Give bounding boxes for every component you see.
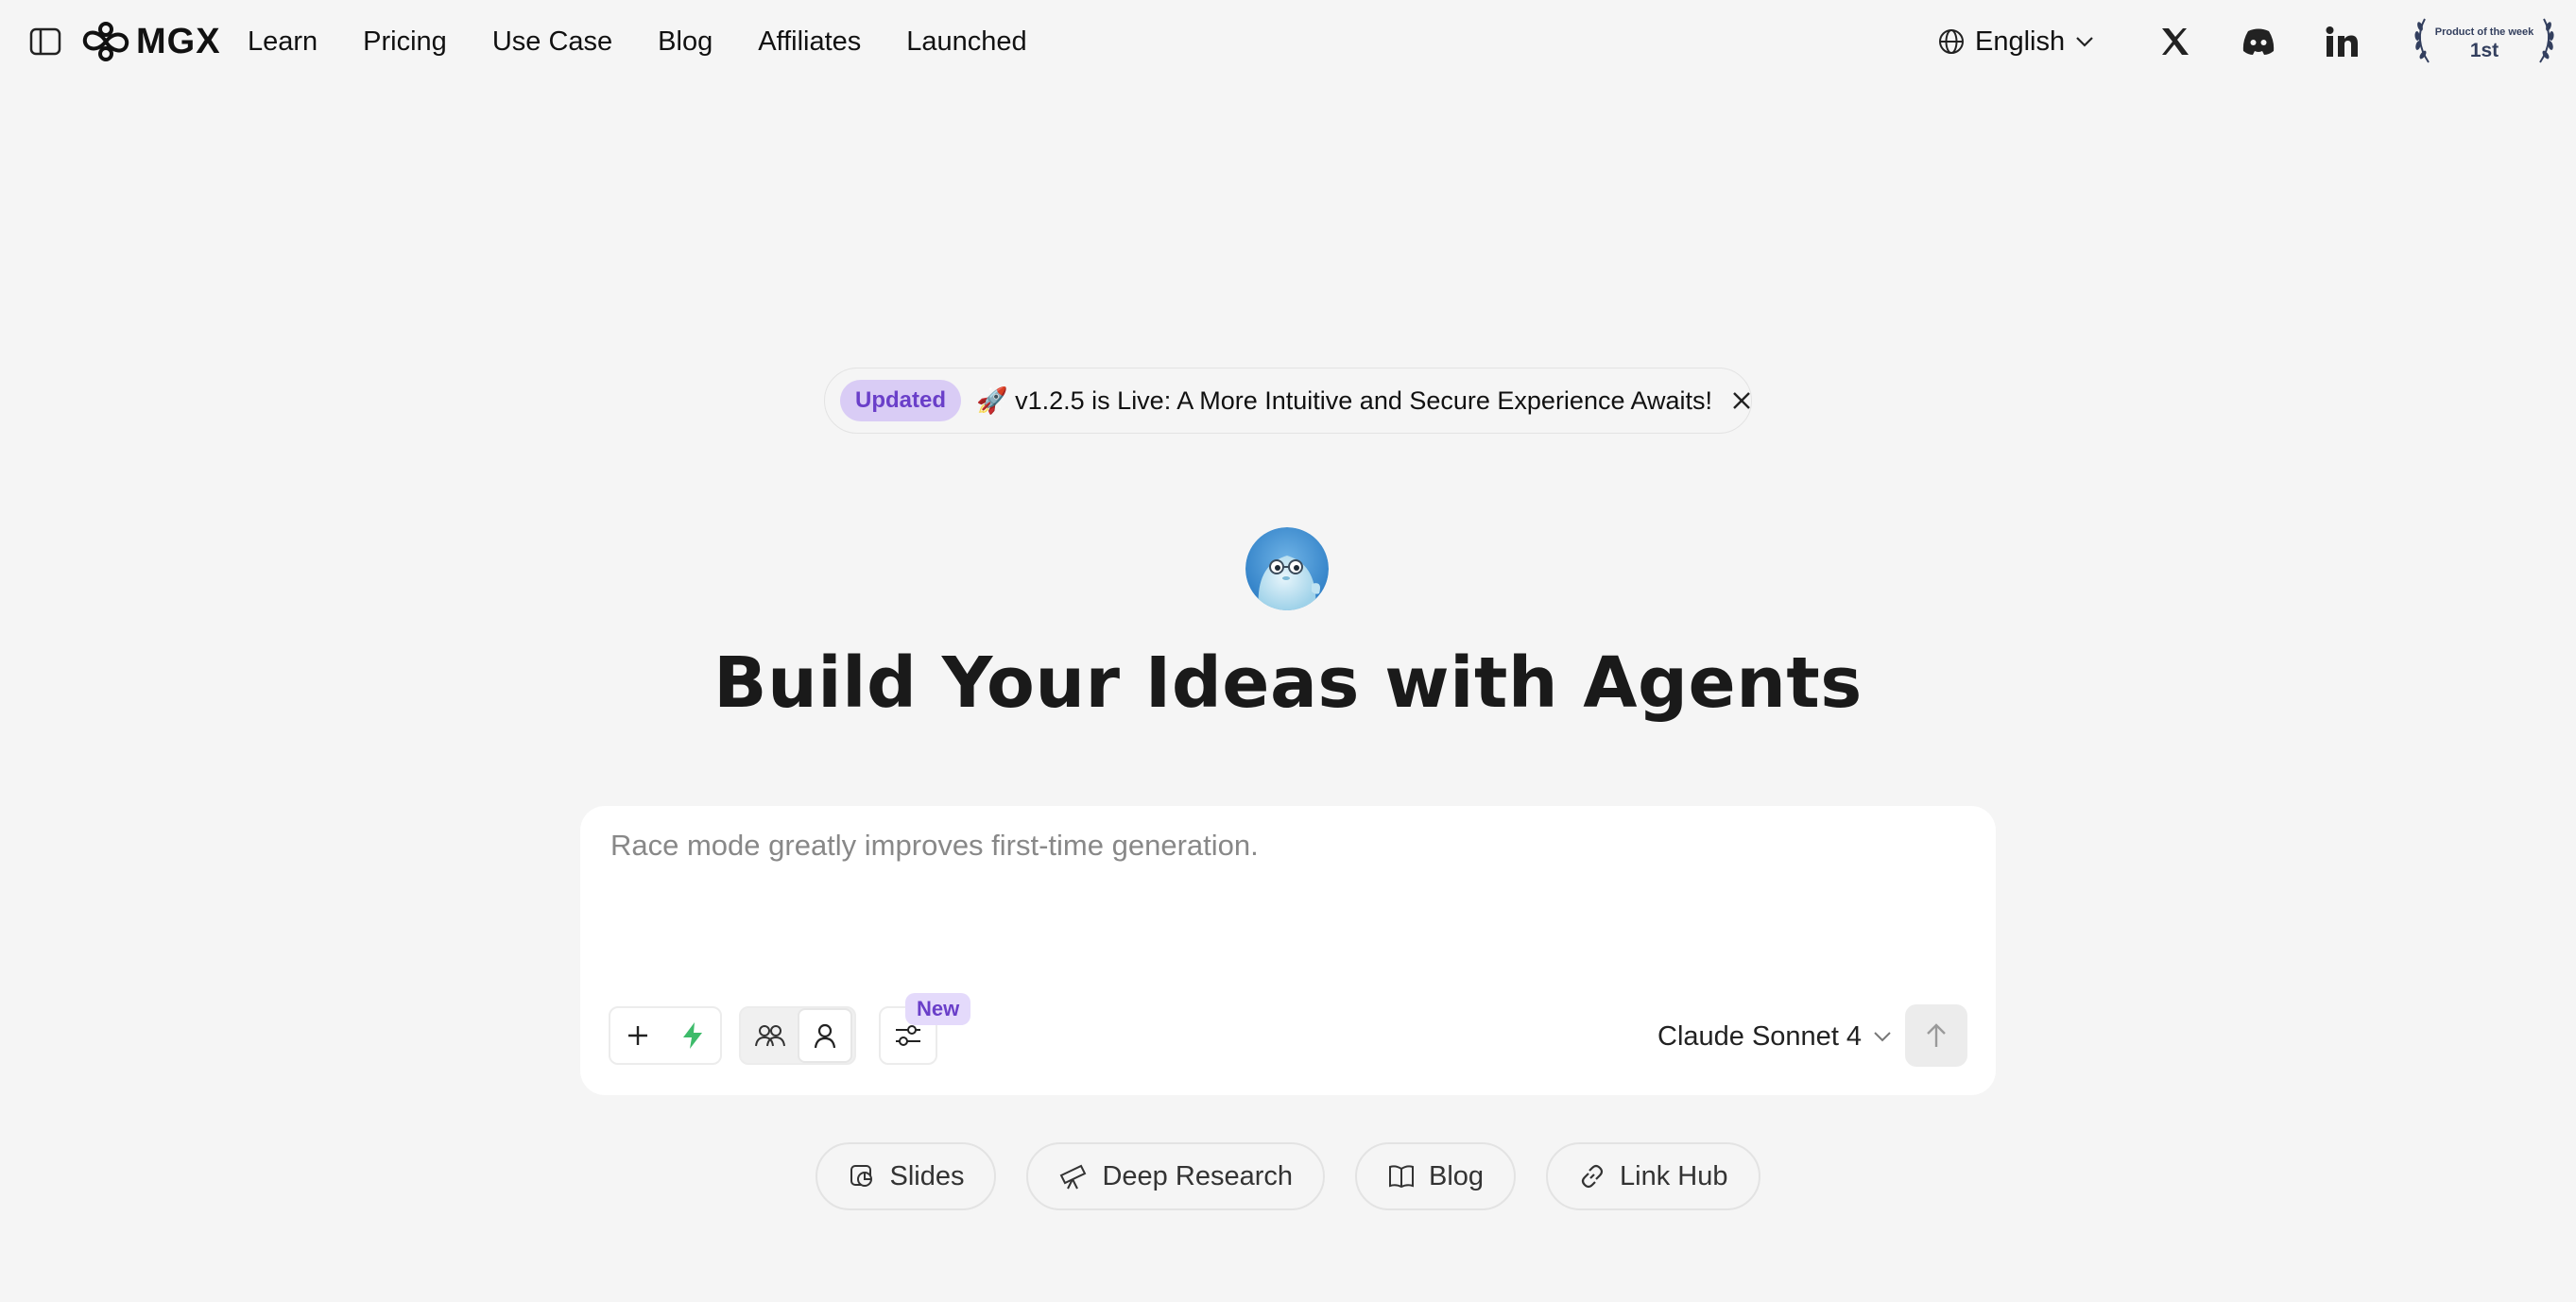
chip-slides[interactable]: Slides (816, 1142, 997, 1210)
send-button[interactable] (1905, 1004, 1967, 1067)
chip-deep-research[interactable]: Deep Research (1026, 1142, 1325, 1210)
add-attachment-button[interactable] (610, 1008, 665, 1063)
model-selector[interactable]: Claude Sonnet 4 (1657, 1010, 1892, 1063)
close-icon[interactable] (1731, 386, 1752, 415)
slides-icon (850, 1165, 873, 1187)
discord-icon[interactable] (2238, 21, 2279, 62)
announcement-text[interactable]: 🚀 v1.2.5 is Live: A More Intuitive and S… (976, 385, 1712, 416)
main-nav: Learn Pricing Use Case Blog Affiliates L… (248, 0, 1027, 83)
nav-link-blog[interactable]: Blog (658, 26, 713, 58)
nav-link-launched[interactable]: Launched (906, 26, 1026, 58)
page-title: Build Your Ideas with Agents (713, 642, 1863, 724)
chip-label: Link Hub (1620, 1160, 1728, 1191)
linkedin-icon[interactable] (2321, 21, 2362, 62)
logo-mark-icon (82, 22, 129, 61)
announcement-banner[interactable]: Updated 🚀 v1.2.5 is Live: A More Intuiti… (824, 368, 1752, 434)
globe-icon (1939, 29, 1964, 54)
badge-rank: 1st (2469, 40, 2499, 61)
nav-link-affiliates[interactable]: Affiliates (758, 26, 861, 58)
mgx-logo[interactable]: MGX (81, 17, 221, 66)
nav-link-use-case[interactable]: Use Case (492, 26, 612, 58)
chip-label: Slides (889, 1160, 965, 1191)
top-navigation: MGX Learn Pricing Use Case Blog Affiliat… (0, 0, 2576, 83)
tool-group-primary (609, 1006, 722, 1065)
prompt-card: New Claude Sonnet 4 (580, 806, 1996, 1095)
language-selector[interactable]: English (1937, 21, 2095, 62)
arrow-up-icon (1927, 1023, 1946, 1047)
quick-actions: Slides Deep Research Blog Link Hub (0, 1142, 2576, 1210)
product-of-week-badge[interactable]: Product of the week 1st (2412, 13, 2557, 68)
logo-text: MGX (136, 21, 221, 61)
sidebar-toggle-icon[interactable] (26, 25, 64, 59)
chevron-down-icon (1874, 1032, 1891, 1042)
language-label: English (1975, 26, 2066, 57)
chip-label: Blog (1428, 1160, 1485, 1191)
chip-link-hub[interactable]: Link Hub (1546, 1142, 1760, 1210)
nav-link-learn[interactable]: Learn (248, 26, 318, 58)
chip-label: Deep Research (1102, 1160, 1293, 1191)
race-mode-bolt-icon[interactable] (665, 1008, 720, 1063)
updated-tag: Updated (840, 380, 961, 421)
link-icon (1581, 1164, 1604, 1189)
prompt-input[interactable] (609, 827, 1964, 944)
team-mode-icon[interactable] (743, 1008, 798, 1063)
single-agent-icon[interactable] (798, 1008, 852, 1063)
nav-link-pricing[interactable]: Pricing (363, 26, 447, 58)
x-twitter-icon[interactable] (2155, 21, 2196, 62)
chip-blog[interactable]: Blog (1354, 1142, 1517, 1210)
book-icon (1388, 1165, 1414, 1189)
new-badge: New (905, 993, 971, 1025)
chevron-down-icon (2076, 37, 2093, 47)
model-label: Claude Sonnet 4 (1657, 1020, 1863, 1052)
agent-avatar (1245, 527, 1329, 610)
telescope-icon (1060, 1164, 1087, 1190)
badge-caption: Product of the week (2434, 26, 2534, 38)
agent-mode-toggle (739, 1006, 856, 1065)
